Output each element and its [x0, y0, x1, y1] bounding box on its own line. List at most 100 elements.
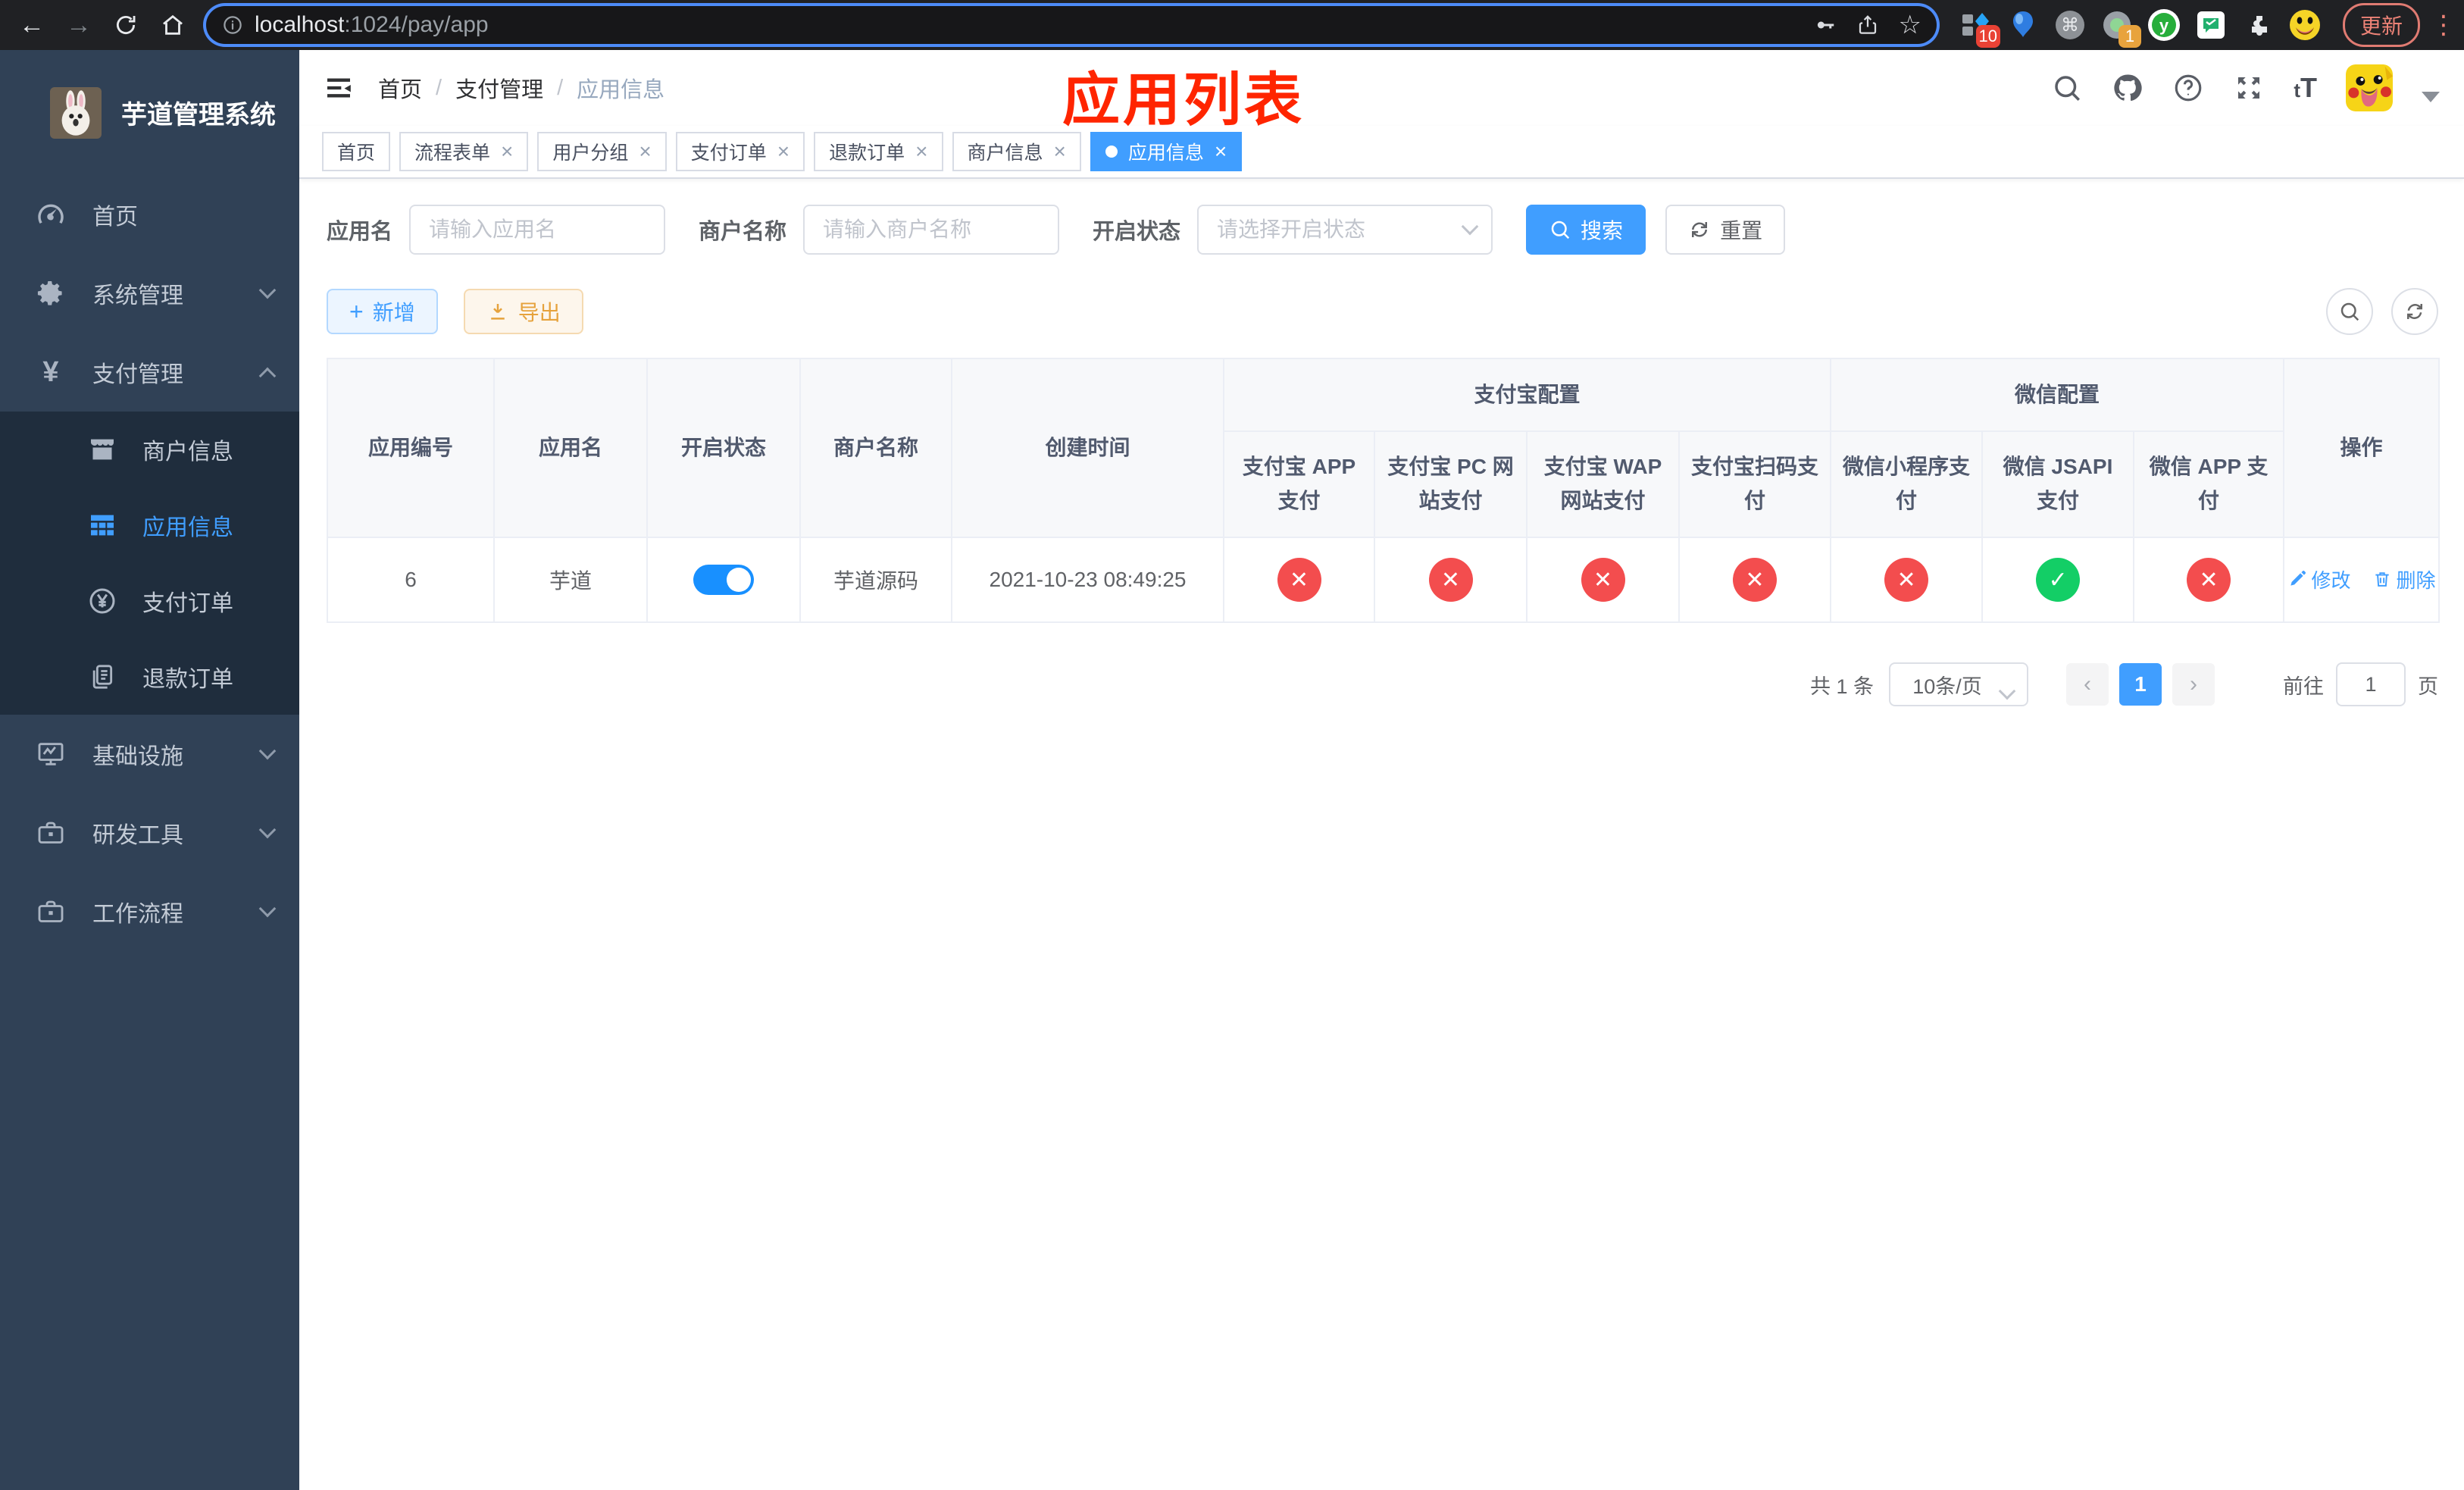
app-name-input[interactable] — [409, 205, 666, 255]
chevron-up-icon — [258, 367, 277, 385]
edit-link[interactable]: 修改 — [2287, 565, 2351, 593]
chat-extension-icon[interactable] — [2194, 8, 2228, 42]
tab-merchant-info[interactable]: 商户信息 × — [952, 132, 1081, 171]
emoji-extension-icon[interactable] — [2288, 8, 2322, 42]
sidebar-item-label: 基础设施 — [92, 744, 183, 769]
gear-icon — [33, 278, 68, 308]
sidebar-item-app-info[interactable]: 应用信息 — [0, 487, 299, 563]
goto-page-input[interactable] — [2336, 662, 2406, 706]
apps-table: 应用编号 应用名 开启状态 商户名称 创建时间 支付宝配置 微信配置 操作 支付宝 APP 支付… — [327, 358, 2441, 623]
sidebar-item-dev-tools[interactable]: 研发工具 — [0, 794, 299, 872]
search-button[interactable]: 搜索 — [1526, 205, 1646, 255]
app-title: 芋道管理系统 — [121, 101, 276, 130]
collapse-sidebar-icon[interactable] — [316, 65, 361, 111]
column-subheader: 支付宝扫码支付 — [1678, 430, 1832, 538]
share-icon[interactable] — [1856, 14, 1879, 36]
cross-circle-icon: ✕ — [1733, 558, 1777, 602]
cell-channel-status: ✕ — [1223, 537, 1375, 623]
tab-label: 用户分组 — [552, 142, 629, 164]
browser-toolbar: ← → localhost:1024/pay/app ☆ 10 ⌘ 1 y 更新… — [0, 0, 2464, 50]
column-subheader: 微信 JSAPI 支付 — [1981, 430, 2135, 538]
sidebar-logo[interactable]: 芋道管理系统 — [0, 50, 299, 175]
tab-refund-order[interactable]: 退款订单 × — [814, 132, 943, 171]
info-icon[interactable] — [221, 14, 244, 36]
reset-button[interactable]: 重置 — [1665, 205, 1786, 255]
cell-channel-status: ✕ — [1678, 537, 1832, 623]
app-name-label: 应用名 — [327, 220, 393, 244]
status-select[interactable] — [1197, 205, 1493, 255]
address-bar[interactable]: localhost:1024/pay/app ☆ — [206, 6, 1937, 44]
url-text[interactable]: localhost:1024/pay/app — [255, 12, 1803, 38]
sidebar-item-merchant-info[interactable]: 商户信息 — [0, 412, 299, 487]
help-icon[interactable] — [2172, 72, 2204, 104]
prev-page-button[interactable]: ‹ — [2066, 663, 2109, 706]
home-icon[interactable] — [152, 4, 194, 46]
avatar-caret-icon[interactable] — [2422, 92, 2440, 102]
back-icon[interactable]: ← — [11, 4, 53, 46]
tab-label: 应用信息 — [1127, 142, 1204, 164]
merchant-name-input[interactable] — [803, 205, 1060, 255]
delete-link[interactable]: 删除 — [2372, 565, 2436, 593]
sidebar-item-pay-order[interactable]: 支付订单 — [0, 563, 299, 639]
column-group-header: 微信配置 — [1830, 358, 2285, 432]
sidebar-item-payment[interactable]: ¥ 支付管理 — [0, 333, 299, 412]
y-circle-extension-icon[interactable]: y — [2147, 8, 2181, 42]
sidebar-item-home[interactable]: 首页 — [0, 175, 299, 254]
cell-enabled — [646, 537, 801, 623]
browser-update-button[interactable]: 更新 — [2342, 3, 2420, 47]
sidebar-item-workflow[interactable]: 工作流程 — [0, 872, 299, 951]
tab-flow-form[interactable]: 流程表单 × — [399, 132, 529, 171]
grid-icon — [85, 510, 120, 540]
add-button[interactable]: + 新增 — [327, 289, 438, 334]
close-icon[interactable]: × — [1215, 141, 1227, 162]
breadcrumb-item[interactable]: 首页 — [378, 72, 422, 104]
close-icon[interactable]: × — [915, 141, 927, 162]
enabled-switch[interactable] — [693, 565, 754, 595]
search-icon[interactable] — [2051, 72, 2083, 104]
table-row: 6 芋道 芋道源码 2021-10-23 08:49:25 ✕ ✕ ✕ ✕ ✕ ✓ ✕ 修改 删除 — [327, 537, 2441, 623]
next-page-button[interactable]: › — [2172, 663, 2215, 706]
tab-app-info[interactable]: 应用信息 × — [1090, 132, 1243, 171]
close-icon[interactable]: × — [501, 141, 513, 162]
fullscreen-icon[interactable] — [2233, 72, 2265, 104]
page-number-button[interactable]: 1 — [2119, 663, 2162, 706]
sidebar: 芋道管理系统 首页 系统管理 ¥ 支付管理 商户信息 应用信息 支付订单 退款订单基础设施研发… — [0, 50, 299, 1490]
browser-menu-icon[interactable]: ⋮ — [2431, 10, 2456, 40]
green-dot-extension-icon[interactable]: 1 — [2100, 8, 2141, 48]
tags-view-bar: 首页 流程表单 × 用户分组 × 支付订单 × 退款订单 × 商户信息 × 应用信息 × — [299, 126, 2464, 179]
github-icon[interactable] — [2112, 72, 2143, 104]
extension-badge: 10 — [1975, 25, 2000, 48]
forward-icon[interactable]: → — [58, 4, 100, 46]
cell-channel-status: ✕ — [2133, 537, 2285, 623]
sidebar-item-system[interactable]: 系统管理 — [0, 254, 299, 333]
close-icon[interactable]: × — [777, 141, 790, 162]
dashboard-icon — [33, 199, 68, 230]
reload-icon[interactable] — [105, 4, 147, 46]
close-icon[interactable]: × — [1054, 141, 1066, 162]
puzzle-extension-icon[interactable] — [2241, 8, 2275, 42]
sidebar-item-refund-order[interactable]: 退款订单 — [0, 639, 299, 715]
breadcrumb-item: 应用信息 — [577, 78, 665, 102]
sidebar-item-infrastructure[interactable]: 基础设施 — [0, 715, 299, 794]
user-avatar[interactable] — [2346, 64, 2393, 111]
key-icon[interactable] — [1814, 14, 1837, 36]
refresh-button[interactable] — [2391, 288, 2438, 335]
export-button[interactable]: 导出 — [463, 289, 583, 334]
tab-user-group[interactable]: 用户分组 × — [537, 132, 667, 171]
navbar-actions: tT — [2051, 64, 2440, 111]
command-extension-icon[interactable]: ⌘ — [2053, 8, 2087, 42]
close-icon[interactable]: × — [639, 141, 651, 162]
breadcrumb-item[interactable]: 支付管理 — [455, 72, 543, 104]
balloon-extension-icon[interactable] — [2006, 8, 2040, 42]
page-size-select[interactable]: 10条/页 — [1889, 662, 2028, 706]
font-size-icon[interactable]: tT — [2294, 72, 2317, 104]
column-subheader: 微信 APP 支付 — [2133, 430, 2285, 538]
sidebar-menu: 首页 系统管理 ¥ 支付管理 商户信息 应用信息 支付订单 退款订单基础设施研发工具 工作流程 — [0, 175, 299, 951]
blue-diamond-extension-icon[interactable]: 10 — [1959, 8, 2000, 48]
toggle-search-button[interactable] — [2326, 288, 2373, 335]
column-subheader: 支付宝 APP 支付 — [1223, 430, 1375, 538]
bookmark-star-icon[interactable]: ☆ — [1899, 12, 1921, 38]
tab-home[interactable]: 首页 — [322, 132, 391, 171]
tab-pay-order[interactable]: 支付订单 × — [675, 132, 805, 171]
sidebar-item-label: 支付管理 — [92, 362, 183, 387]
